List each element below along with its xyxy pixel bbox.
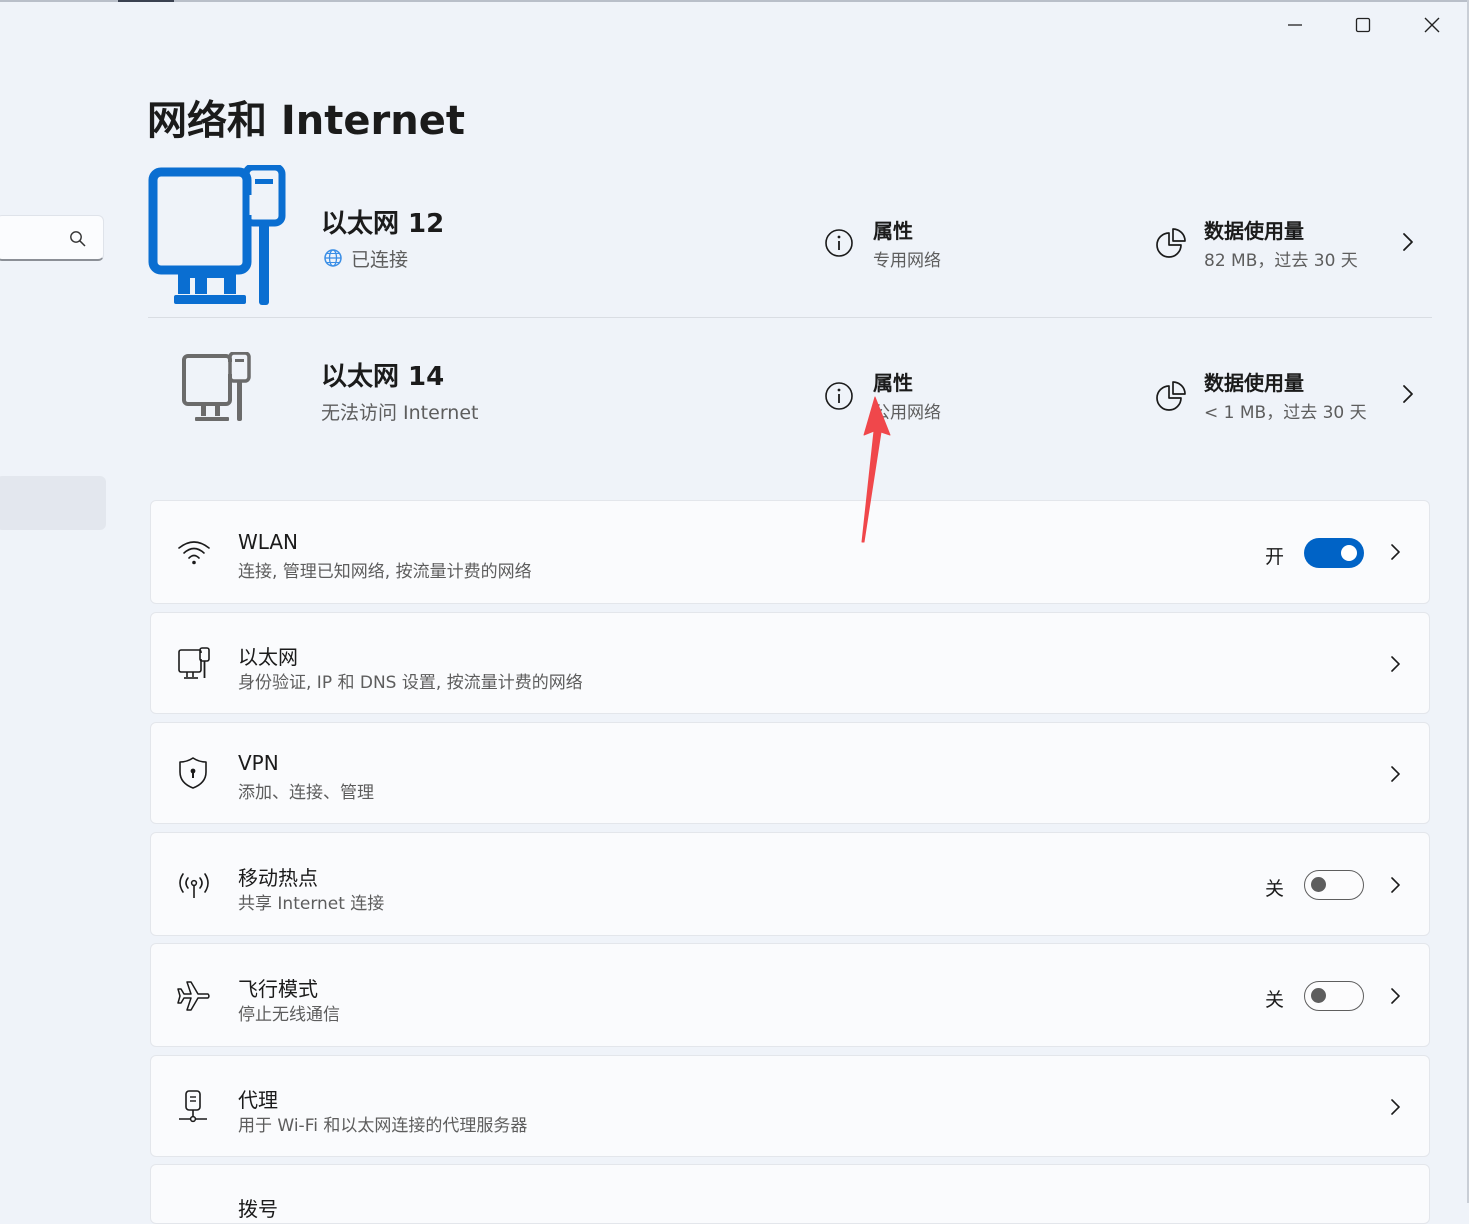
chevron-right-icon [1391, 988, 1400, 1004]
properties-link[interactable]: 属性 [873, 367, 913, 396]
setting-subtitle: 连接, 管理已知网络, 按流量计费的网络 [238, 562, 532, 582]
minimize-icon [1288, 24, 1302, 26]
network-type: 专用网络 [873, 251, 941, 271]
setting-proxy[interactable]: 代理 用于 Wi-Fi 和以太网连接的代理服务器 [150, 1055, 1430, 1157]
chevron-right-icon [1391, 877, 1400, 893]
setting-title: 代理 [238, 1088, 278, 1112]
maximize-button[interactable] [1335, 6, 1391, 44]
info-icon [825, 229, 853, 257]
setting-title: 飞行模式 [238, 977, 318, 1001]
setting-title: 以太网 [238, 645, 298, 669]
globe-icon [324, 249, 342, 267]
minimize-button[interactable] [1267, 6, 1323, 44]
toggle-state-label: 关 [1265, 989, 1285, 1011]
mobile-hotspot-toggle[interactable] [1304, 870, 1364, 900]
proxy-icon [179, 1090, 207, 1123]
ethernet-icon [178, 647, 210, 679]
chevron-right-icon [1391, 544, 1400, 560]
airplane-icon [177, 981, 210, 1011]
maximize-icon [1355, 17, 1371, 33]
setting-title: WLAN [238, 530, 299, 554]
setting-subtitle: 用于 Wi-Fi 和以太网连接的代理服务器 [238, 1116, 528, 1136]
chevron-right-icon [1391, 656, 1400, 672]
setting-subtitle: 身份验证, IP 和 DNS 设置, 按流量计费的网络 [238, 673, 583, 693]
search-icon [70, 231, 86, 247]
annotation-arrow [861, 396, 891, 543]
wifi-icon [178, 541, 210, 565]
setting-title: 移动热点 [238, 866, 318, 890]
setting-dialup[interactable]: 拨号 [150, 1164, 1430, 1224]
setting-subtitle: 共享 Internet 连接 [238, 894, 385, 914]
setting-title: VPN [238, 751, 279, 775]
adapter-ethernet-14[interactable]: 以太网 14 无法访问 Internet 属性 公用网络 数据使用量 < 1 M… [148, 318, 1432, 468]
ethernet-adapter-icon [148, 165, 286, 305]
airplane-mode-toggle[interactable] [1304, 981, 1364, 1011]
data-usage-value: < 1 MB，过去 30 天 [1204, 403, 1367, 423]
pie-chart-icon [1156, 381, 1186, 411]
info-icon [825, 382, 853, 410]
toggle-state-label: 开 [1265, 546, 1285, 568]
chevron-right-icon[interactable] [1398, 231, 1418, 253]
data-usage-link[interactable]: 数据使用量 [1204, 215, 1304, 244]
chevron-right-icon[interactable] [1398, 383, 1418, 405]
pie-chart-icon [1156, 228, 1186, 258]
setting-ethernet[interactable]: 以太网 身份验证, IP 和 DNS 设置, 按流量计费的网络 [150, 612, 1430, 714]
toggle-state-label: 关 [1265, 878, 1285, 900]
setting-wlan[interactable]: WLAN 连接, 管理已知网络, 按流量计费的网络 开 [150, 500, 1430, 604]
close-button[interactable] [1404, 6, 1460, 44]
nav-item-selected[interactable] [0, 476, 106, 530]
chevron-right-icon [1391, 1099, 1400, 1115]
adapter-name: 以太网 12 [321, 209, 445, 239]
setting-subtitle: 添加、连接、管理 [238, 783, 374, 803]
setting-vpn[interactable]: VPN 添加、连接、管理 [150, 722, 1430, 824]
top-border [0, 0, 1469, 2]
setting-airplane-mode[interactable]: 飞行模式 停止无线通信 关 [150, 943, 1430, 1047]
chevron-right-icon [1391, 766, 1400, 782]
properties-link[interactable]: 属性 [873, 215, 913, 244]
setting-title: 拨号 [238, 1197, 278, 1221]
setting-mobile-hotspot[interactable]: 移动热点 共享 Internet 连接 关 [150, 832, 1430, 936]
hotspot-icon [179, 873, 209, 898]
setting-subtitle: 停止无线通信 [238, 1005, 340, 1025]
adapter-status: 已连接 [351, 249, 409, 271]
shield-icon [179, 757, 207, 789]
search-input[interactable] [0, 215, 104, 261]
page-title: 网络和 Internet [147, 98, 465, 144]
adapter-name: 以太网 14 [321, 362, 445, 392]
data-usage-value: 82 MB，过去 30 天 [1204, 251, 1358, 271]
ethernet-adapter-icon [182, 352, 251, 421]
adapter-status: 无法访问 Internet [321, 402, 479, 424]
close-icon [1424, 17, 1440, 33]
wlan-toggle[interactable] [1304, 538, 1364, 568]
adapter-ethernet-12[interactable]: 以太网 12 已连接 属性 专用网络 数据使用量 82 MB，过去 30 天 [148, 165, 1432, 315]
data-usage-link[interactable]: 数据使用量 [1204, 367, 1304, 396]
